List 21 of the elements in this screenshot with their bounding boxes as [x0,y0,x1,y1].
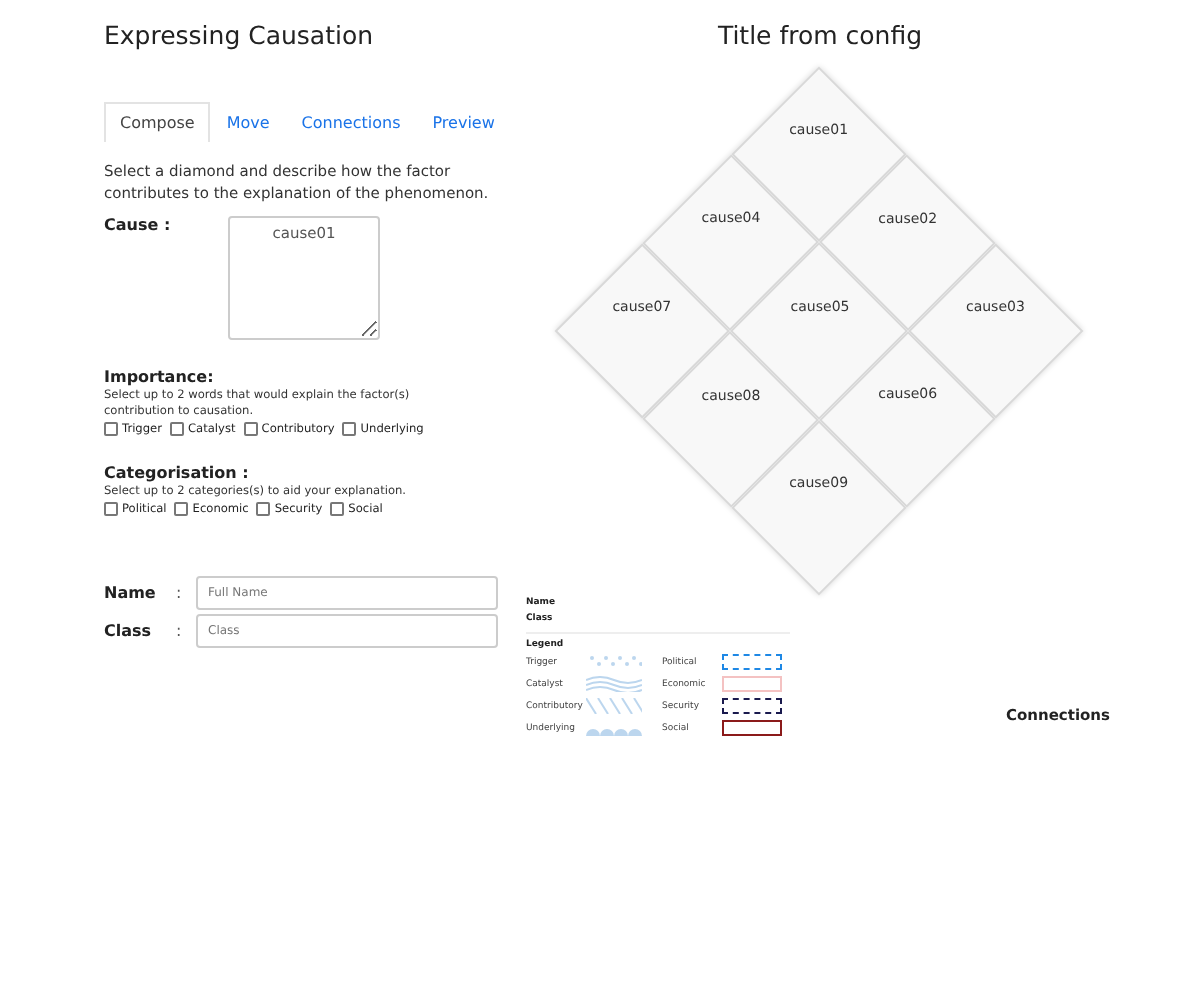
cause-label: Cause : [104,216,173,238]
checkbox[interactable] [330,502,345,516]
colon-separator: : [176,622,184,640]
diagram-title: Title from config [715,20,925,52]
checkbox[interactable] [104,502,118,516]
tab[interactable]: Compose [104,102,211,142]
categorisation-heading: Categorisation : [104,464,251,482]
field-label: Name [104,584,158,602]
checkbox[interactable] [256,502,271,516]
field-label: Class [104,622,154,640]
pattern-icon [586,676,642,692]
page-title: Expressing Causation [104,20,376,52]
importance-heading: Importance: [104,368,216,386]
pattern-icon [586,654,642,670]
checkbox[interactable] [174,502,189,516]
checkbox[interactable] [104,422,118,436]
pattern-icon [586,698,642,714]
checkbox[interactable] [170,422,184,436]
checkbox[interactable] [243,422,258,436]
colon-separator: : [176,584,184,602]
checkbox[interactable] [342,422,357,436]
